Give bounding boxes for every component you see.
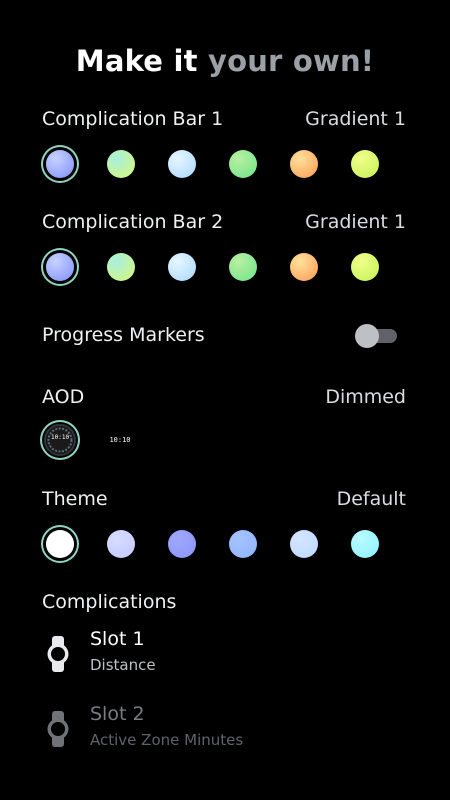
swatch-gradient-blue[interactable] [46, 150, 74, 178]
swatch-gradient-mint-lime[interactable] [107, 150, 135, 178]
complication-bar-2-swatches [42, 249, 382, 285]
title-accent: your own! [207, 44, 375, 78]
aod-label: AOD [42, 386, 85, 408]
complication-bar-2-row[interactable]: Complication Bar 2 Gradient 1 [42, 211, 406, 233]
slot-2-item[interactable]: Slot 2 Active Zone Minutes [42, 703, 422, 759]
swatch-gradient-lime[interactable] [351, 150, 379, 178]
slot-1-subtitle: Distance [90, 656, 156, 674]
swatch-gradient-orange[interactable] [290, 253, 318, 281]
theme-label: Theme [42, 488, 108, 510]
slot-1-item[interactable]: Slot 1 Distance [42, 628, 422, 684]
swatch-gradient-ice-blue[interactable] [168, 253, 196, 281]
aod-row[interactable]: AOD Dimmed [42, 386, 406, 408]
swatch-periwinkle[interactable] [168, 530, 196, 558]
theme-value: Default [336, 488, 406, 510]
complication-bar-2-value: Gradient 1 [305, 211, 406, 233]
swatch-gradient-mint-lime[interactable] [107, 253, 135, 281]
complication-bar-1-value: Gradient 1 [305, 108, 406, 130]
watch-icon [47, 636, 69, 672]
complication-bar-1-label: Complication Bar 1 [42, 108, 224, 130]
swatch-cornflower[interactable] [229, 530, 257, 558]
slot-2-title: Slot 2 [90, 703, 145, 725]
progress-markers-toggle[interactable] [355, 323, 397, 349]
swatch-white[interactable] [46, 530, 74, 558]
aod-minimal-time: 10:10 [109, 436, 131, 444]
swatch-gradient-green[interactable] [229, 253, 257, 281]
aod-dimmed-time: 10:10 [51, 434, 70, 441]
complication-bar-1-swatches [42, 146, 382, 182]
page-title: Make it your own! [0, 44, 450, 78]
complication-bar-1-row[interactable]: Complication Bar 1 Gradient 1 [42, 108, 406, 130]
complication-bar-2-label: Complication Bar 2 [42, 211, 224, 233]
toggle-thumb [355, 324, 379, 348]
slot-1-title: Slot 1 [90, 628, 145, 650]
swatch-sky-light[interactable] [290, 530, 318, 558]
swatch-gradient-ice-blue[interactable] [168, 150, 196, 178]
complications-label: Complications [42, 591, 177, 613]
aod-option-minimal[interactable]: 10:10 [104, 424, 136, 456]
swatch-gradient-green[interactable] [229, 150, 257, 178]
theme-swatches [42, 526, 382, 562]
swatch-periwinkle-light[interactable] [107, 530, 135, 558]
complications-header: Complications [42, 591, 406, 613]
swatch-gradient-orange[interactable] [290, 150, 318, 178]
progress-markers-label: Progress Markers [42, 324, 205, 346]
theme-row[interactable]: Theme Default [42, 488, 406, 510]
aod-value: Dimmed [325, 386, 406, 408]
swatch-aqua[interactable] [351, 530, 379, 558]
title-main: Make it [75, 44, 198, 78]
progress-markers-row: Progress Markers [42, 324, 406, 346]
swatch-gradient-lime[interactable] [351, 253, 379, 281]
watch-icon [47, 711, 69, 747]
swatch-gradient-blue[interactable] [46, 253, 74, 281]
aod-option-dimmed[interactable]: 10:10 [44, 424, 76, 456]
slot-2-subtitle: Active Zone Minutes [90, 731, 244, 749]
